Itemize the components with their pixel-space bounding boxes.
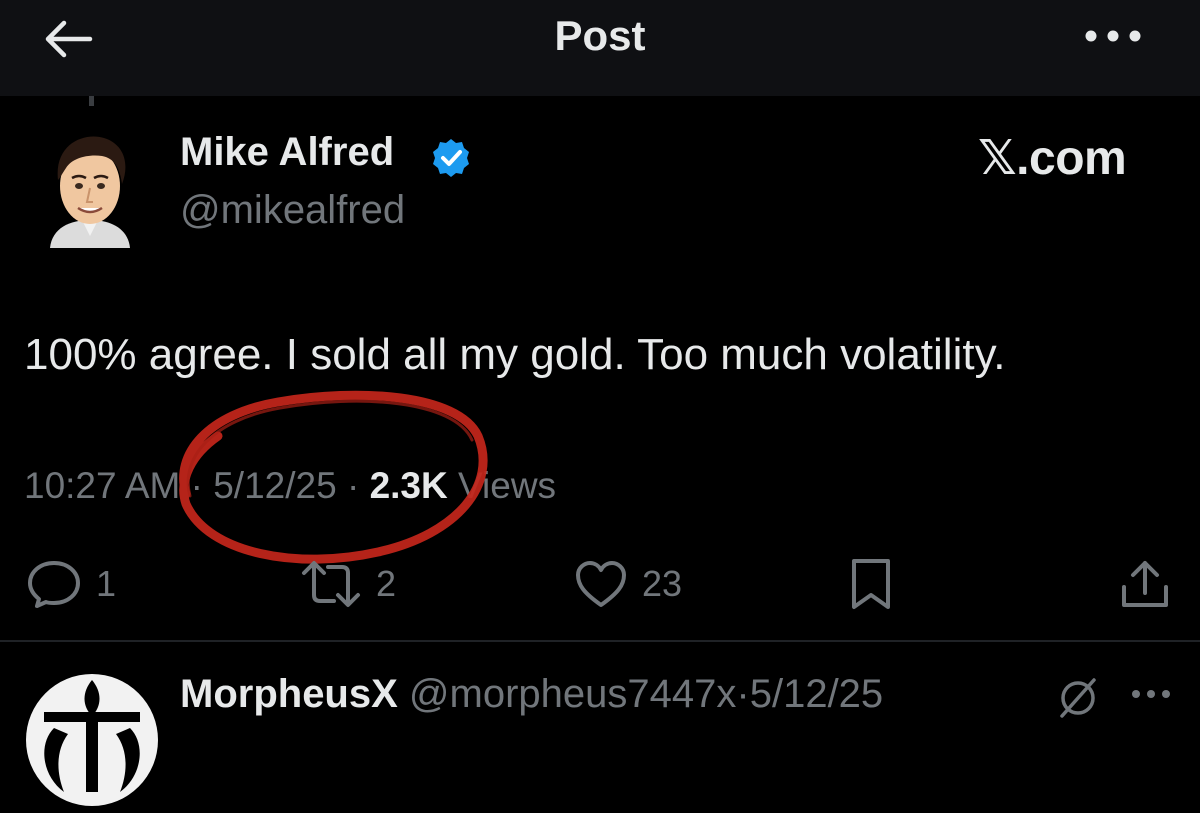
bookmark-icon [852, 559, 890, 609]
meta-separator: · [346, 465, 360, 506]
reply-author-name[interactable]: MorpheusX [180, 672, 398, 716]
post-date[interactable]: 5/12/25 [213, 465, 336, 506]
reply-avatar[interactable] [24, 672, 160, 808]
reply-count: 1 [96, 563, 117, 604]
reply-more-button[interactable] [1128, 684, 1174, 704]
reply-header: MorpheusX @morpheus7447x·5/12/25 [180, 672, 883, 717]
like-count: 23 [642, 563, 683, 604]
repost-count: 2 [376, 563, 397, 604]
more-options-button[interactable] [1078, 20, 1148, 52]
more-horizontal-icon [1132, 690, 1170, 698]
like-button[interactable]: 23 [574, 556, 682, 612]
reply-icon [28, 561, 80, 608]
divider [0, 640, 1200, 642]
views-label: Views [458, 465, 557, 506]
reply-author-handle[interactable]: @morpheus7447x [409, 672, 736, 716]
repost-icon [302, 561, 360, 607]
share-icon [1122, 561, 1168, 607]
post-text: 100% agree. I sold all my gold. Too much… [24, 330, 1006, 379]
top-bar: Post [0, 0, 1200, 96]
share-button[interactable] [1118, 556, 1172, 612]
verified-badge-icon [430, 137, 472, 179]
reply-date[interactable]: 5/12/25 [750, 672, 883, 716]
grok-icon [1060, 678, 1096, 718]
bookmark-button[interactable] [848, 556, 894, 612]
post-metadata: 10:27 AM · 5/12/25 · 2.3K Views [24, 465, 556, 507]
more-horizontal-icon [1085, 30, 1141, 42]
reply-separator: · [736, 672, 750, 716]
meta-separator: · [190, 465, 203, 506]
page-title: Post [554, 12, 646, 59]
author-handle[interactable]: @mikealfred [180, 188, 405, 233]
avatar[interactable] [44, 128, 136, 248]
thread-connector [89, 96, 94, 106]
reply-button[interactable]: 1 [26, 556, 116, 612]
brand-watermark: 𝕏.com [978, 132, 1127, 185]
heart-icon [576, 561, 626, 607]
post-time[interactable]: 10:27 AM [24, 465, 180, 506]
author-name[interactable]: Mike Alfred [180, 130, 394, 175]
grok-button[interactable] [1056, 676, 1100, 720]
views-count: 2.3K [369, 465, 448, 506]
repost-button[interactable]: 2 [300, 556, 396, 612]
